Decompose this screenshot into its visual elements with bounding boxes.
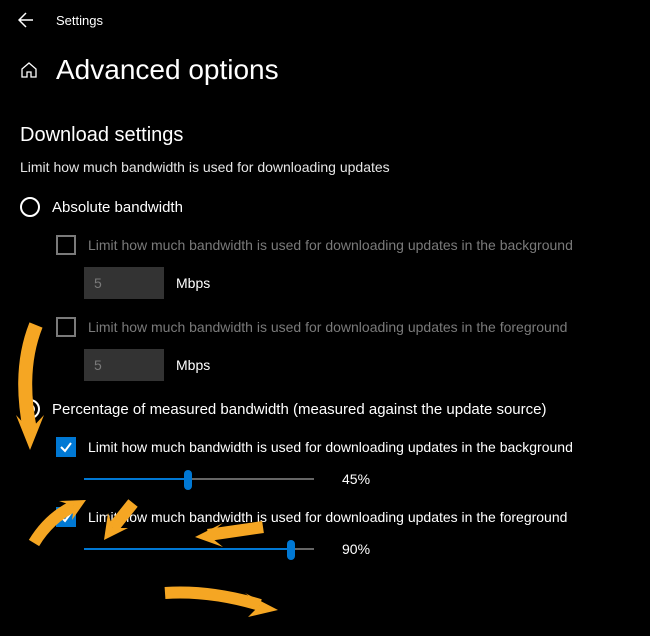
absolute-fg-input[interactable]: [84, 349, 164, 381]
absolute-bandwidth-radio[interactable]: Absolute bandwidth: [20, 197, 630, 217]
percentage-fg-checkbox[interactable]: Limit how much bandwidth is used for dow…: [56, 507, 630, 527]
slider-fill: [84, 478, 188, 480]
absolute-bg-input-row: Mbps: [56, 267, 630, 299]
section-heading: Download settings: [20, 124, 630, 147]
content-area: Download settings Limit how much bandwid…: [0, 96, 650, 559]
unit-label: Mbps: [176, 357, 210, 373]
absolute-fg-checkbox[interactable]: Limit how much bandwidth is used for dow…: [56, 317, 630, 337]
unit-label: Mbps: [176, 275, 210, 291]
slider-thumb[interactable]: [184, 470, 192, 490]
checkbox-icon: [56, 235, 76, 255]
annotation-arrow-icon: [160, 585, 280, 620]
page-header: Advanced options: [0, 30, 650, 96]
checkbox-icon: [56, 437, 76, 457]
slider-thumb[interactable]: [287, 540, 295, 560]
absolute-bg-input[interactable]: [84, 267, 164, 299]
percentage-bg-slider-row: 45%: [56, 469, 630, 489]
radio-label: Absolute bandwidth: [52, 199, 183, 216]
percentage-bg-checkbox[interactable]: Limit how much bandwidth is used for dow…: [56, 437, 630, 457]
absolute-sub-block: Limit how much bandwidth is used for dow…: [20, 235, 630, 381]
percentage-bandwidth-radio[interactable]: Percentage of measured bandwidth (measur…: [20, 399, 630, 419]
checkbox-label: Limit how much bandwidth is used for dow…: [88, 439, 573, 455]
back-button[interactable]: [16, 10, 36, 30]
section-description: Limit how much bandwidth is used for dow…: [20, 159, 630, 175]
page-title: Advanced options: [56, 54, 279, 86]
absolute-fg-input-row: Mbps: [56, 349, 630, 381]
checkbox-label: Limit how much bandwidth is used for dow…: [88, 319, 567, 335]
radio-icon: [20, 197, 40, 217]
home-icon[interactable]: [20, 61, 38, 79]
radio-label: Percentage of measured bandwidth (measur…: [52, 401, 546, 418]
checkbox-icon: [56, 317, 76, 337]
slider-value: 45%: [342, 471, 382, 487]
slider-fill: [84, 548, 291, 550]
absolute-bg-checkbox[interactable]: Limit how much bandwidth is used for dow…: [56, 235, 630, 255]
percentage-fg-slider-row: 90%: [56, 539, 630, 559]
slider-value: 90%: [342, 541, 382, 557]
percentage-bg-slider[interactable]: [84, 469, 314, 489]
checkbox-label: Limit how much bandwidth is used for dow…: [88, 509, 567, 525]
radio-icon: [20, 399, 40, 419]
checkbox-icon: [56, 507, 76, 527]
percentage-fg-slider[interactable]: [84, 539, 314, 559]
percentage-sub-block: Limit how much bandwidth is used for dow…: [20, 437, 630, 559]
back-arrow-icon: [18, 12, 34, 28]
checkbox-label: Limit how much bandwidth is used for dow…: [88, 237, 573, 253]
app-title: Settings: [56, 13, 103, 28]
title-bar: Settings: [0, 0, 650, 30]
